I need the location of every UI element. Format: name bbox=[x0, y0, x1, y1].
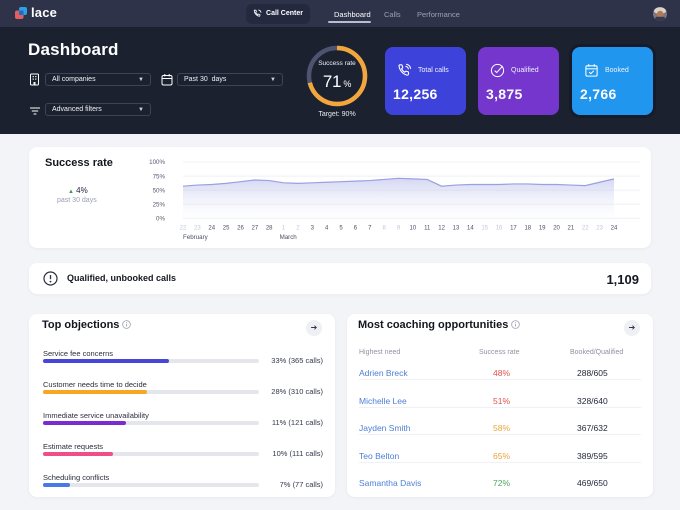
svg-text:3: 3 bbox=[311, 226, 315, 232]
svg-text:50%: 50% bbox=[153, 187, 166, 194]
svg-text:100%: 100% bbox=[149, 159, 165, 166]
svg-text:7: 7 bbox=[368, 226, 372, 232]
svg-text:21: 21 bbox=[568, 226, 575, 232]
svg-text:75%: 75% bbox=[153, 173, 166, 180]
svg-text:24: 24 bbox=[611, 226, 618, 232]
svg-text:0%: 0% bbox=[156, 216, 165, 223]
svg-text:March: March bbox=[280, 234, 298, 241]
svg-text:9: 9 bbox=[397, 226, 401, 232]
svg-text:22: 22 bbox=[180, 226, 187, 232]
svg-text:20: 20 bbox=[553, 226, 560, 232]
svg-text:14: 14 bbox=[467, 226, 474, 232]
svg-text:13: 13 bbox=[453, 226, 460, 232]
svg-text:12: 12 bbox=[438, 226, 445, 232]
svg-text:25%: 25% bbox=[153, 201, 166, 208]
svg-text:22: 22 bbox=[582, 226, 589, 232]
svg-text:18: 18 bbox=[524, 226, 531, 232]
svg-text:25: 25 bbox=[223, 226, 230, 232]
svg-text:4: 4 bbox=[325, 226, 329, 232]
svg-text:24: 24 bbox=[208, 226, 215, 232]
svg-text:28: 28 bbox=[266, 226, 273, 232]
svg-text:16: 16 bbox=[496, 226, 503, 232]
svg-text:15: 15 bbox=[481, 226, 488, 232]
svg-text:8: 8 bbox=[382, 226, 386, 232]
svg-text:27: 27 bbox=[251, 226, 258, 232]
svg-text:5: 5 bbox=[339, 226, 343, 232]
svg-text:19: 19 bbox=[539, 226, 546, 232]
svg-text:23: 23 bbox=[194, 226, 201, 232]
svg-text:10: 10 bbox=[410, 226, 417, 232]
svg-text:1: 1 bbox=[282, 226, 286, 232]
svg-text:2: 2 bbox=[296, 226, 300, 232]
svg-text:23: 23 bbox=[596, 226, 603, 232]
svg-text:February: February bbox=[183, 234, 209, 241]
svg-text:17: 17 bbox=[510, 226, 517, 232]
svg-text:6: 6 bbox=[354, 226, 358, 232]
svg-text:11: 11 bbox=[424, 226, 431, 232]
svg-text:26: 26 bbox=[237, 226, 244, 232]
